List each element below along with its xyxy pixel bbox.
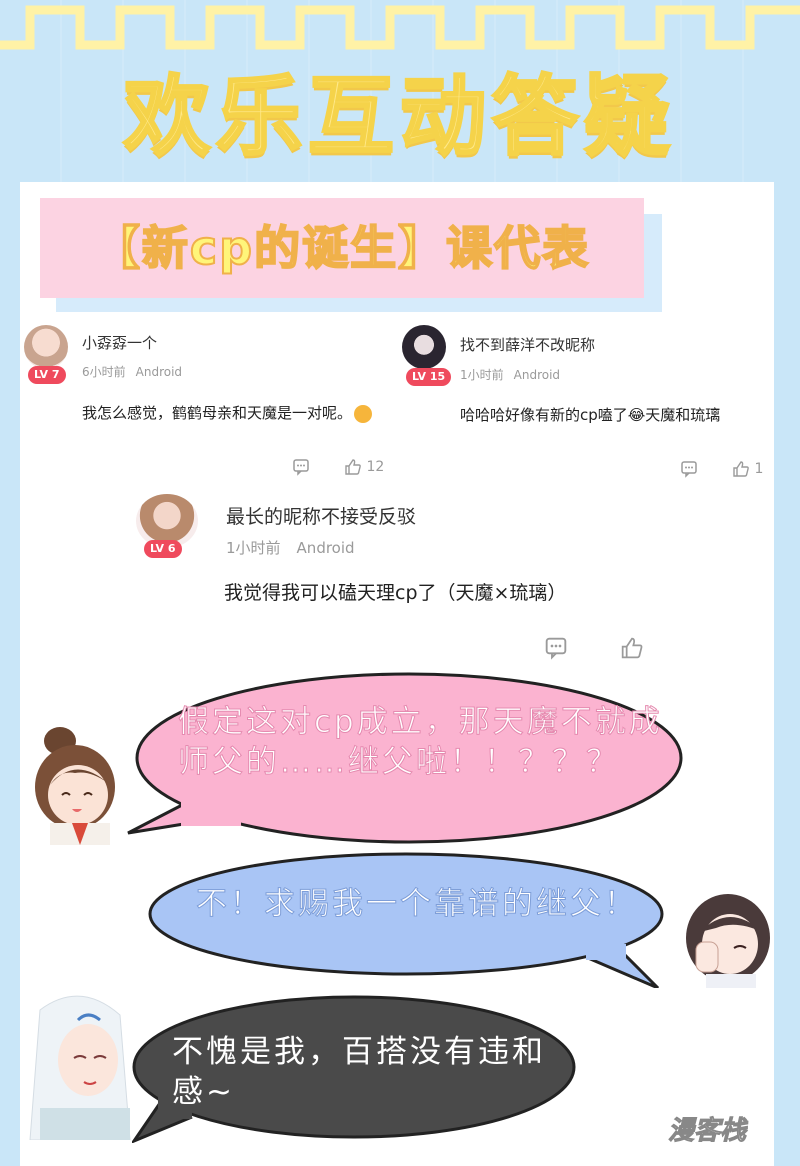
like-count: 1 xyxy=(754,461,764,477)
white-hair-character-illustration xyxy=(29,995,131,1140)
comment-meta: 1小时前 Android xyxy=(460,366,560,383)
level-badge: LV 7 xyxy=(28,366,66,384)
thumbs-up-icon xyxy=(733,461,749,477)
user-name[interactable]: 最长的昵称不接受反驳 xyxy=(226,502,416,529)
user-name[interactable]: 找不到薛洋不改昵称 xyxy=(460,334,595,355)
dialog-text-2: 不！求赐我一个靠谱的继父！ xyxy=(196,886,638,923)
page-title: 欢乐互动答疑 xyxy=(123,66,676,169)
comment-meta: 6小时前 Android xyxy=(82,363,182,380)
like-count: 12 xyxy=(366,459,385,475)
avatar[interactable] xyxy=(402,325,446,369)
comment-meta: 1小时前 Android xyxy=(226,537,355,558)
comment-time: 1小时前 xyxy=(226,539,281,557)
reply-button[interactable] xyxy=(680,460,698,478)
level-badge: LV 6 xyxy=(144,540,182,558)
reply-button[interactable] xyxy=(292,458,310,476)
girl-character-illustration xyxy=(35,727,115,845)
reply-button[interactable] xyxy=(544,636,568,660)
comment-device: Android xyxy=(296,539,355,557)
header-border-decoration xyxy=(0,5,800,50)
reply-icon xyxy=(545,637,567,660)
thumbs-up-icon xyxy=(621,637,643,659)
comment-text: 哈哈哈好像有新的cp嗑了😂天魔和琉璃 xyxy=(460,406,721,424)
like-button[interactable]: 12 xyxy=(344,458,384,476)
topic-tag-text: 【新cp的诞生】课代表 xyxy=(93,220,591,276)
comment-device: Android xyxy=(135,365,183,379)
watermark-logo: 漫客栈 xyxy=(667,1116,747,1147)
thumbs-up-icon xyxy=(345,459,361,475)
user-name[interactable]: 小孬孬一个 xyxy=(82,332,157,353)
comment-text: 我怎么感觉，鹤鹤母亲和天魔是一对呢。 xyxy=(82,402,373,423)
reply-icon xyxy=(681,461,697,478)
avatar[interactable] xyxy=(24,325,68,369)
comment-device: Android xyxy=(513,368,561,382)
comment-text: 我觉得我可以磕天理cp了（天魔×琉璃） xyxy=(224,582,567,604)
dialog-text-1: 假定这对cp成立，那天魔不就成师父的……继父啦！！？？？ xyxy=(178,704,663,781)
emoji-icon xyxy=(354,404,373,423)
topic-tag: 【新cp的诞生】课代表 xyxy=(40,198,665,316)
level-badge: LV 15 xyxy=(406,368,452,386)
reply-icon xyxy=(293,459,309,476)
like-button[interactable] xyxy=(620,636,644,660)
comment-time: 6小时前 xyxy=(82,365,126,379)
comment-time: 1小时前 xyxy=(460,368,504,382)
like-button[interactable]: 1 xyxy=(732,460,763,478)
man-character-illustration xyxy=(686,894,770,988)
dialog-text-3: 不愧是我，百搭没有违和感~ xyxy=(172,1034,546,1110)
